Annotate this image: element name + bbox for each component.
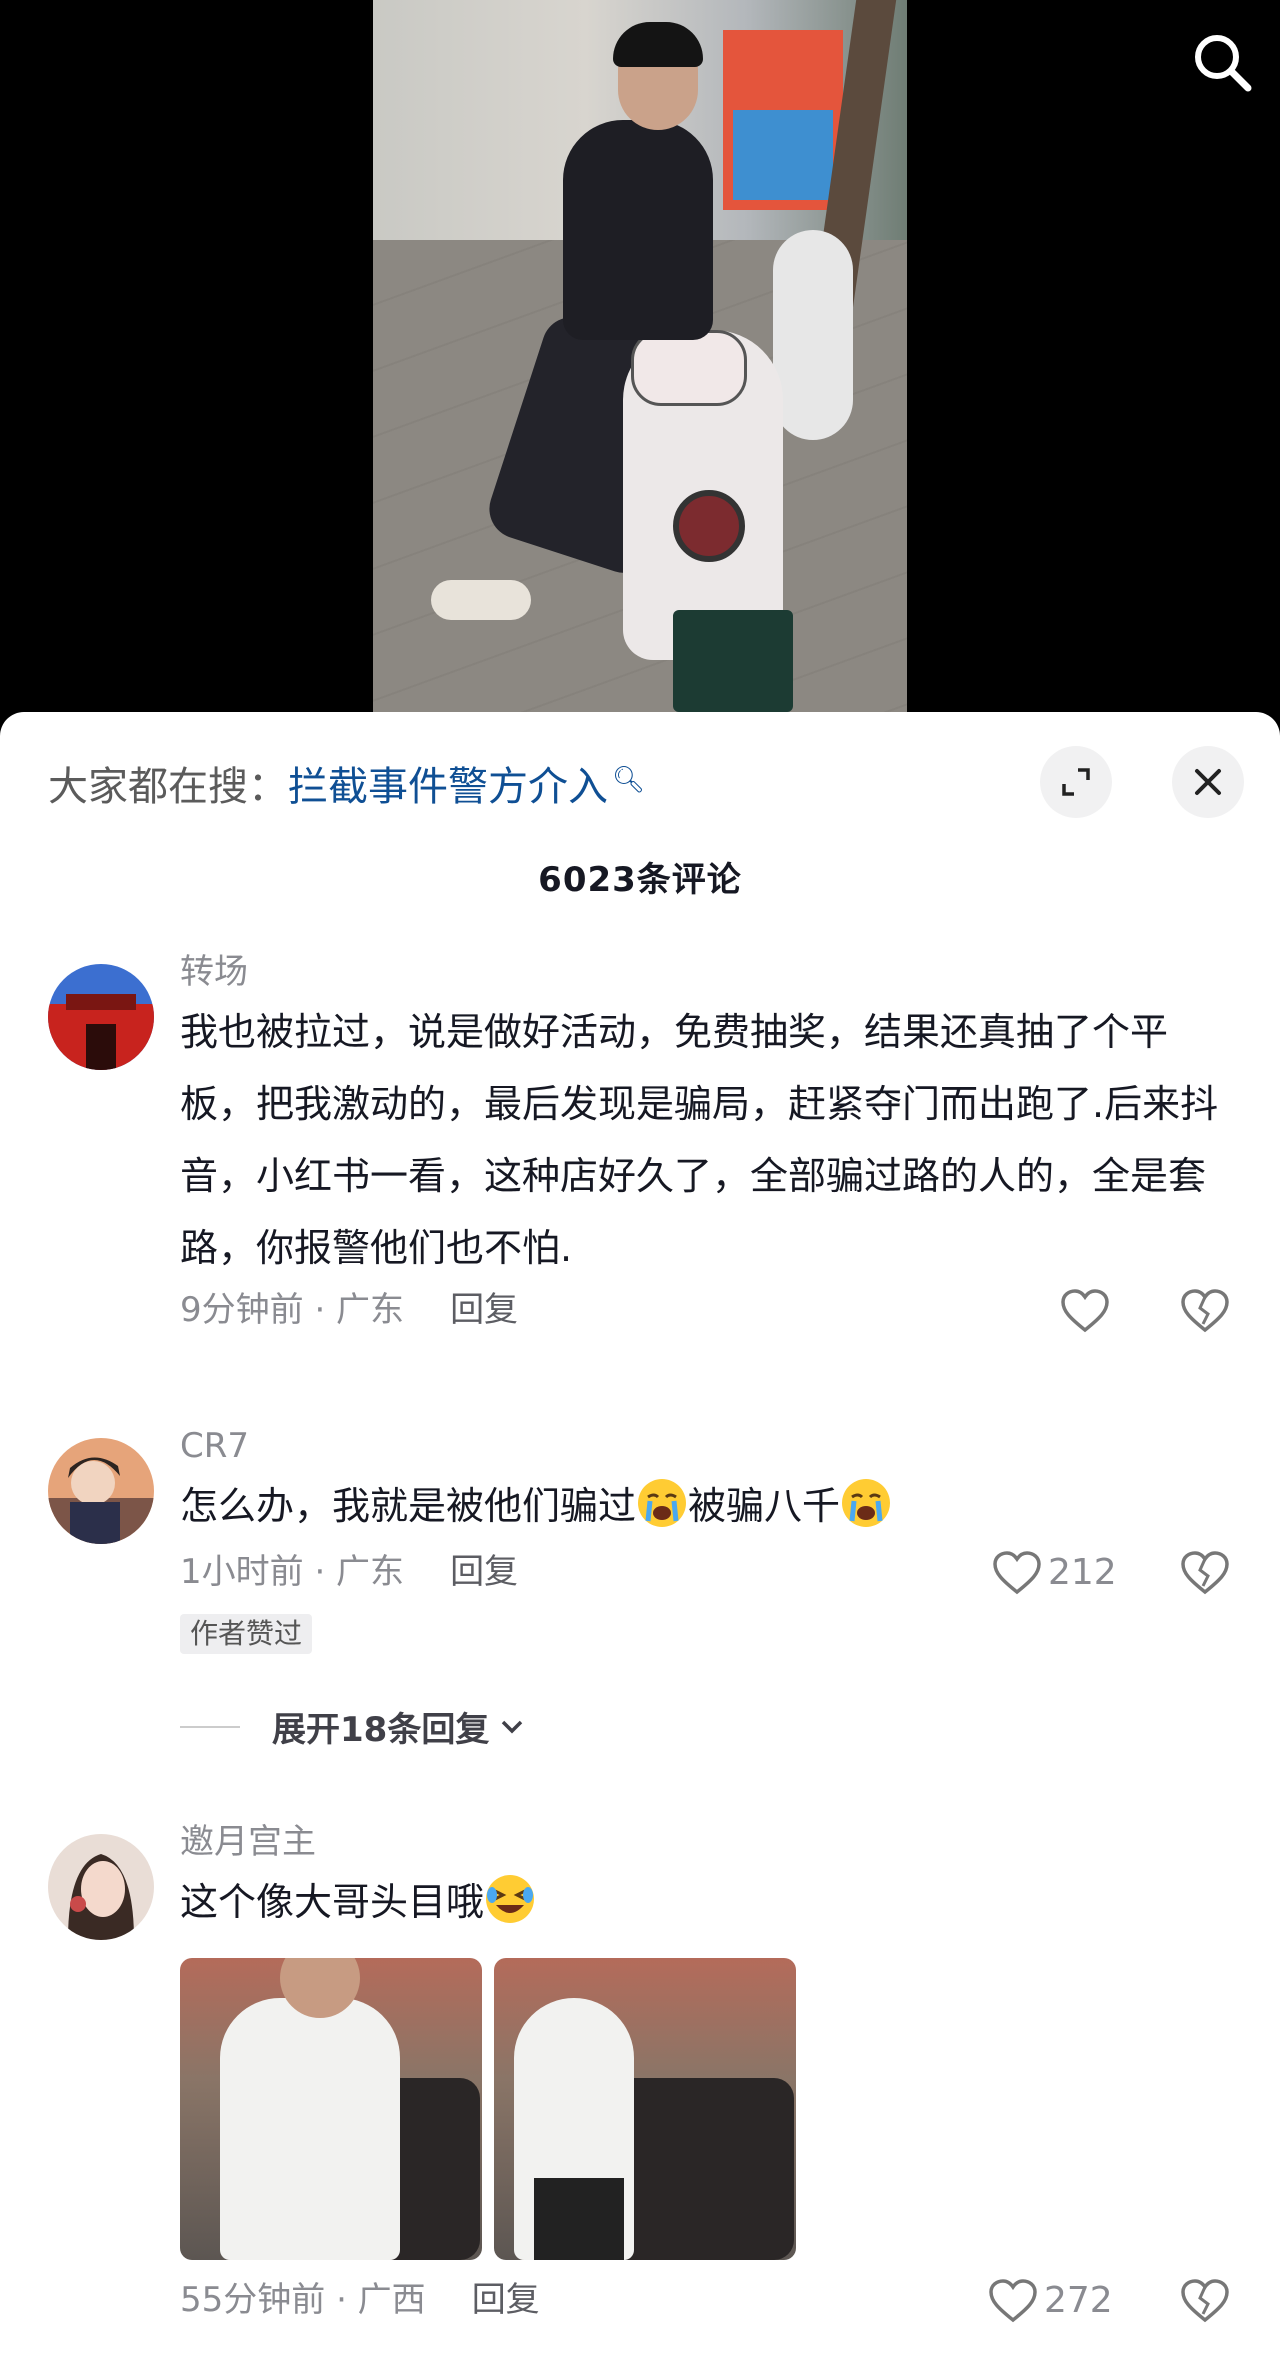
comment-text: 这个像大哥头目哦	[180, 1880, 485, 1924]
hot-search-prefix: 大家都在搜：	[48, 764, 288, 810]
crying-face-icon	[842, 1479, 891, 1527]
broken-heart-icon	[1181, 1551, 1229, 1595]
reply-button[interactable]: 回复	[450, 1552, 518, 1592]
like-count: 272	[1044, 2280, 1113, 2321]
hot-search-bar[interactable]: 大家都在搜：拦截事件警方介入 🔍︎	[48, 754, 645, 812]
close-button[interactable]	[1172, 746, 1244, 818]
video-scooter-light	[673, 490, 745, 562]
expand-replies-label: 展开18条回复	[272, 1710, 490, 1750]
comment-text-wrapper: 这个像大哥头目哦	[180, 1866, 1232, 1938]
video-scooter-plate	[673, 610, 793, 712]
comment-image[interactable]	[494, 1958, 796, 2260]
like-button[interactable]	[1060, 1288, 1110, 1334]
comment-text-wrapper: 怎么办，我就是被他们骗过 被骗八千	[180, 1470, 1232, 1542]
comment-count: 6023条评论	[538, 860, 742, 900]
expand-button[interactable]	[1040, 746, 1112, 818]
comment-username[interactable]: 转场	[180, 950, 1232, 994]
video-person-body	[563, 120, 713, 340]
crying-face-icon	[638, 1479, 687, 1527]
expand-replies-button[interactable]: 展开18条回复	[180, 1702, 527, 1751]
close-icon	[1195, 769, 1221, 795]
search-icon[interactable]	[1188, 28, 1258, 98]
broken-heart-icon	[1181, 2279, 1229, 2323]
comment-time-location: 9分钟前 · 广东	[180, 1290, 405, 1330]
like-count: 212	[1048, 1552, 1117, 1593]
laughing-tears-face-icon	[486, 1875, 535, 1923]
avatar[interactable]	[48, 1438, 154, 1544]
comment-text: 我也被拉过，说是做好活动，免费抽奖，结果还真抽了个平板，把我激动的，最后发现是骗…	[180, 1010, 1219, 1270]
reply-button[interactable]: 回复	[450, 1290, 518, 1330]
author-liked-badge: 作者赞过	[180, 1614, 313, 1654]
comment-time-location: 1小时前 · 广东	[180, 1552, 405, 1592]
comment-username[interactable]: CR7	[180, 1424, 1232, 1468]
avatar[interactable]	[48, 964, 154, 1070]
comment-image[interactable]	[180, 1958, 482, 2260]
reply-button[interactable]: 回复	[472, 2280, 540, 2320]
broken-heart-icon	[1181, 1289, 1229, 1333]
video-scooter	[773, 230, 853, 440]
heart-icon	[993, 1551, 1041, 1595]
comment-panel: 大家都在搜：拦截事件警方介入 🔍︎ 6023条评论 转场 我也被拉过，说是做好活动…	[0, 712, 1280, 2373]
video-player[interactable]	[0, 0, 1280, 712]
comment-text: 怎么办，我就是被他们骗过	[180, 1484, 637, 1528]
dislike-button[interactable]	[1180, 2278, 1230, 2335]
like-button[interactable]: 212	[992, 1550, 1117, 1596]
heart-icon	[989, 2279, 1037, 2323]
like-button[interactable]: 272	[988, 2278, 1113, 2324]
avatar[interactable]	[48, 1834, 154, 1940]
video-scooter-backrest	[631, 330, 747, 406]
search-small-icon: 🔍︎	[612, 765, 646, 795]
video-frame[interactable]	[373, 0, 907, 712]
divider	[180, 1725, 240, 1728]
video-sign	[733, 110, 833, 200]
comment-text: 被骗八千	[688, 1484, 841, 1528]
dislike-button[interactable]	[1180, 1288, 1230, 1345]
hot-search-term[interactable]: 拦截事件警方介入	[288, 764, 608, 810]
chevron-down-icon	[502, 1720, 523, 1733]
comment-images	[180, 1958, 1232, 2260]
dislike-button[interactable]	[1180, 1550, 1230, 1607]
expand-icon	[1062, 768, 1090, 796]
video-person-shoe	[431, 580, 531, 620]
comment-time-location: 55分钟前 · 广西	[180, 2280, 426, 2320]
comment-username[interactable]: 邀月宫主	[180, 1820, 1232, 1864]
heart-icon	[1061, 1289, 1109, 1333]
